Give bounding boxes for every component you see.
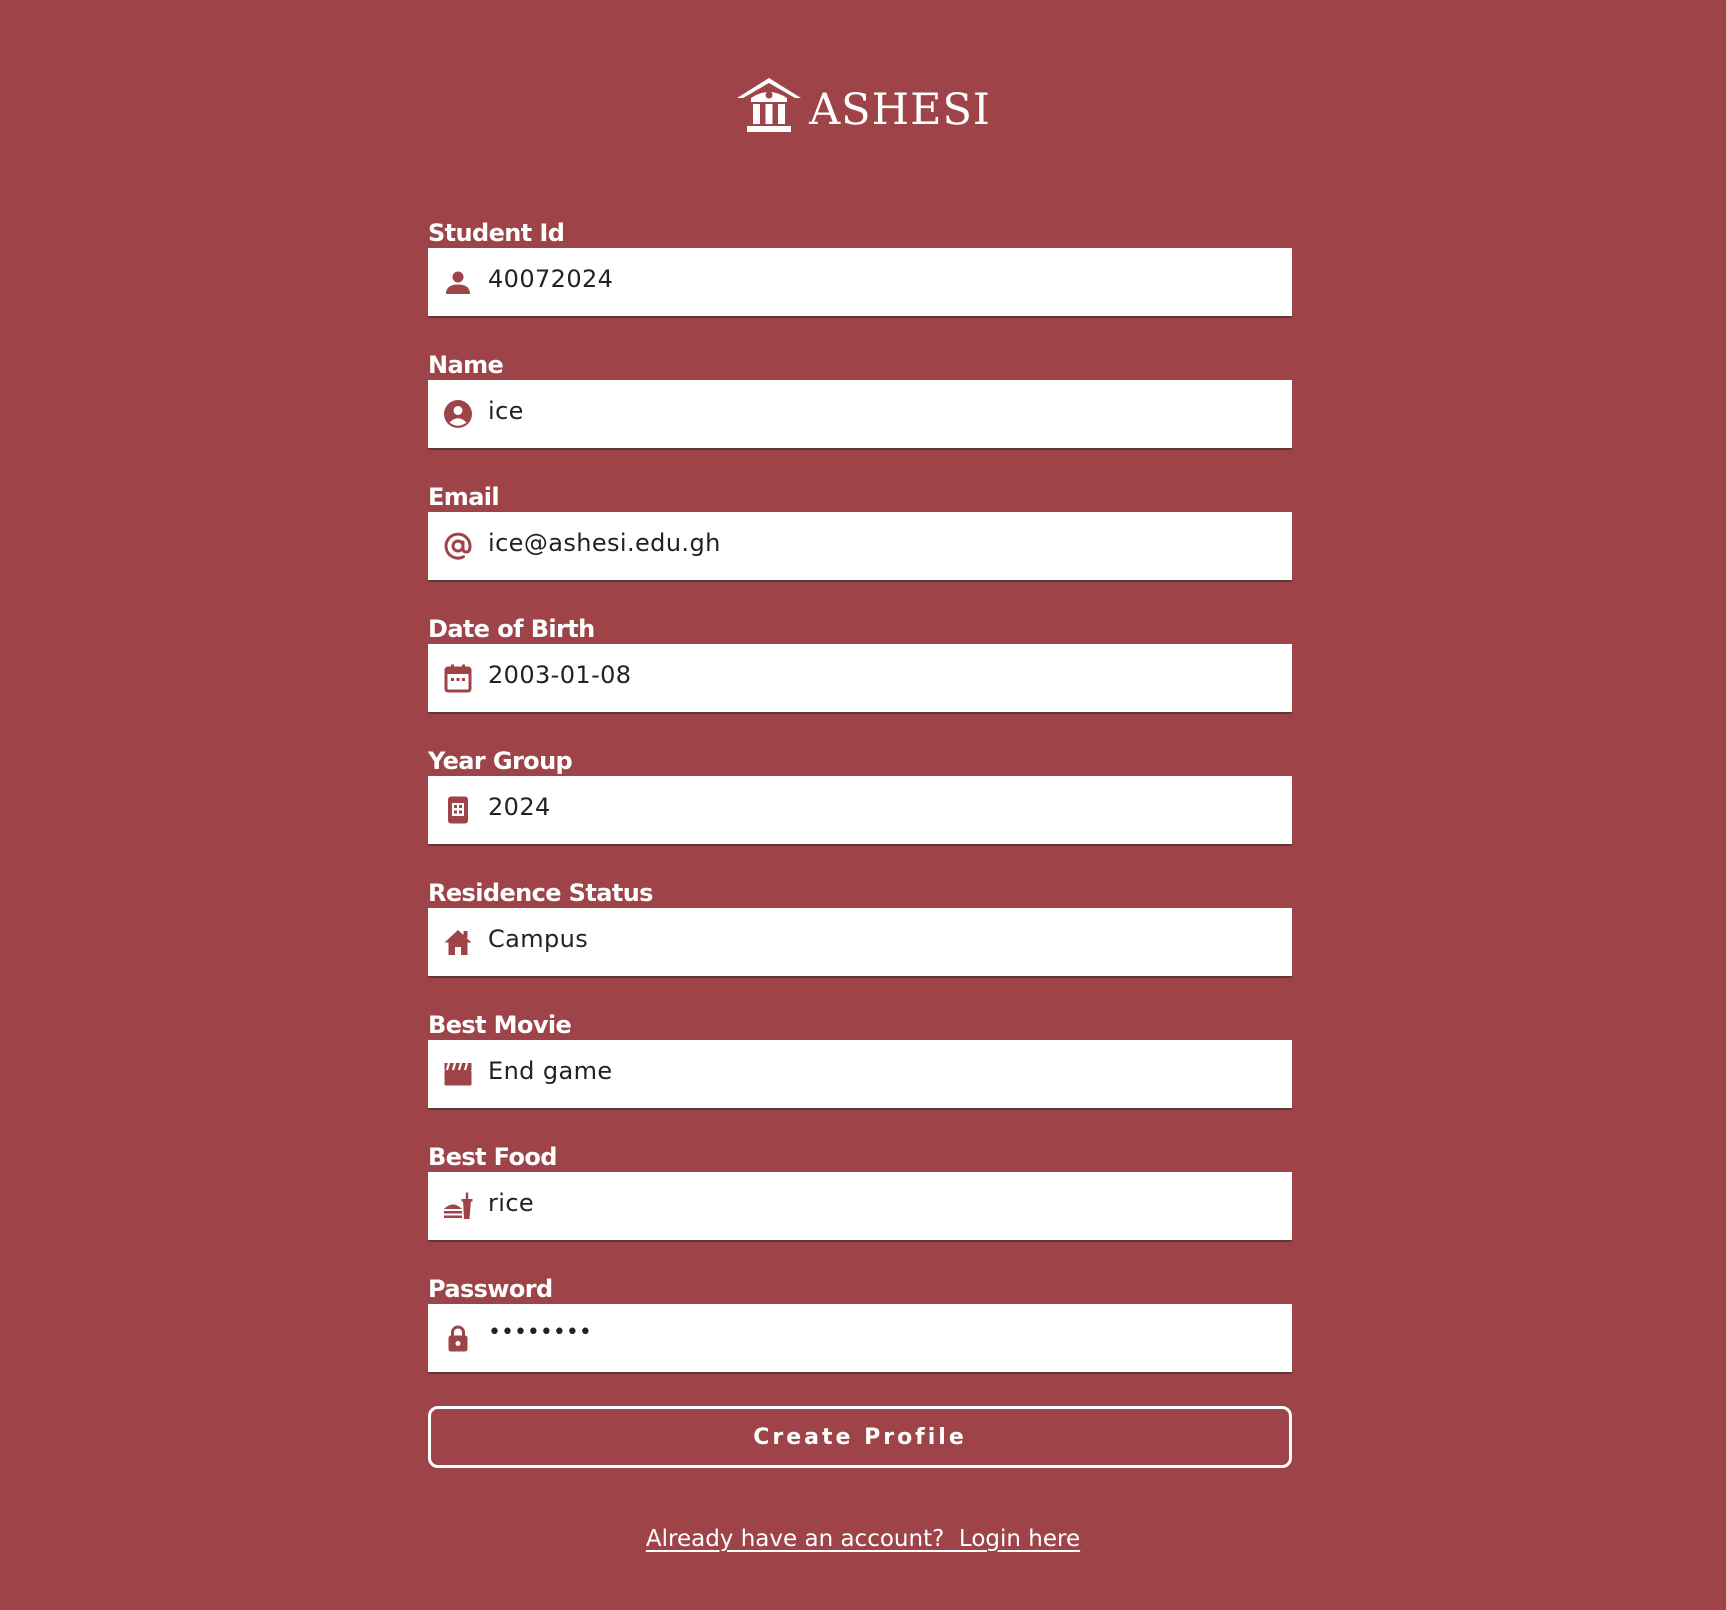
lock-icon — [443, 1323, 473, 1353]
password-input[interactable]: •••••••• — [428, 1304, 1292, 1374]
field-label: Best Movie — [428, 1011, 572, 1039]
residence-status-input[interactable]: Campus — [428, 908, 1292, 978]
field-label: Password — [428, 1275, 553, 1303]
input-value: rice — [488, 1189, 535, 1217]
field-label: Student Id — [428, 219, 565, 247]
calendar-icon — [443, 663, 473, 693]
input-value: ice — [488, 397, 524, 425]
input-value: Campus — [488, 925, 589, 953]
field-label: Year Group — [428, 747, 573, 775]
field-best-movie: Best Movie End game — [428, 1006, 1292, 1138]
create-profile-button[interactable]: Create Profile — [428, 1406, 1292, 1468]
input-value: •••••••• — [488, 1320, 592, 1345]
calculator-icon — [443, 795, 473, 825]
person-icon — [443, 267, 473, 297]
field-label: Name — [428, 351, 504, 379]
account-circle-icon — [443, 399, 473, 429]
student-id-input[interactable]: 40072024 — [428, 248, 1292, 318]
at-sign-icon — [443, 531, 473, 561]
best-movie-input[interactable]: End game — [428, 1040, 1292, 1110]
email-input[interactable]: ice@ashesi.edu.gh — [428, 512, 1292, 582]
input-value: 2003-01-08 — [488, 661, 632, 689]
logo: ASHESI — [0, 70, 1726, 140]
field-year-group: Year Group 2024 — [428, 742, 1292, 874]
field-password: Password •••••••• — [428, 1270, 1292, 1402]
field-date-of-birth: Date of Birth 2003-01-08 — [428, 610, 1292, 742]
clapperboard-icon — [443, 1059, 473, 1089]
input-value: ice@ashesi.edu.gh — [488, 529, 721, 557]
fastfood-icon — [443, 1191, 473, 1221]
year-group-input[interactable]: 2024 — [428, 776, 1292, 846]
field-label: Best Food — [428, 1143, 557, 1171]
university-building-icon — [735, 76, 803, 134]
field-best-food: Best Food rice — [428, 1138, 1292, 1270]
login-link[interactable]: Already have an account? Login here — [0, 1526, 1726, 1552]
field-email: Email ice@ashesi.edu.gh — [428, 478, 1292, 610]
date-of-birth-input[interactable]: 2003-01-08 — [428, 644, 1292, 714]
input-value: 40072024 — [488, 265, 614, 293]
best-food-input[interactable]: rice — [428, 1172, 1292, 1242]
input-value: End game — [488, 1057, 613, 1085]
field-name: Name ice — [428, 346, 1292, 478]
field-label: Residence Status — [428, 879, 653, 907]
field-residence-status: Residence Status Campus — [428, 874, 1292, 1006]
home-icon — [443, 927, 473, 957]
brand-name: ASHESI — [809, 85, 991, 135]
input-value: 2024 — [488, 793, 551, 821]
field-label: Email — [428, 483, 500, 511]
field-label: Date of Birth — [428, 615, 595, 643]
create-profile-form: Student Id 40072024 Name ice Email ice@a… — [428, 214, 1292, 1402]
name-input[interactable]: ice — [428, 380, 1292, 450]
field-student-id: Student Id 40072024 — [428, 214, 1292, 346]
